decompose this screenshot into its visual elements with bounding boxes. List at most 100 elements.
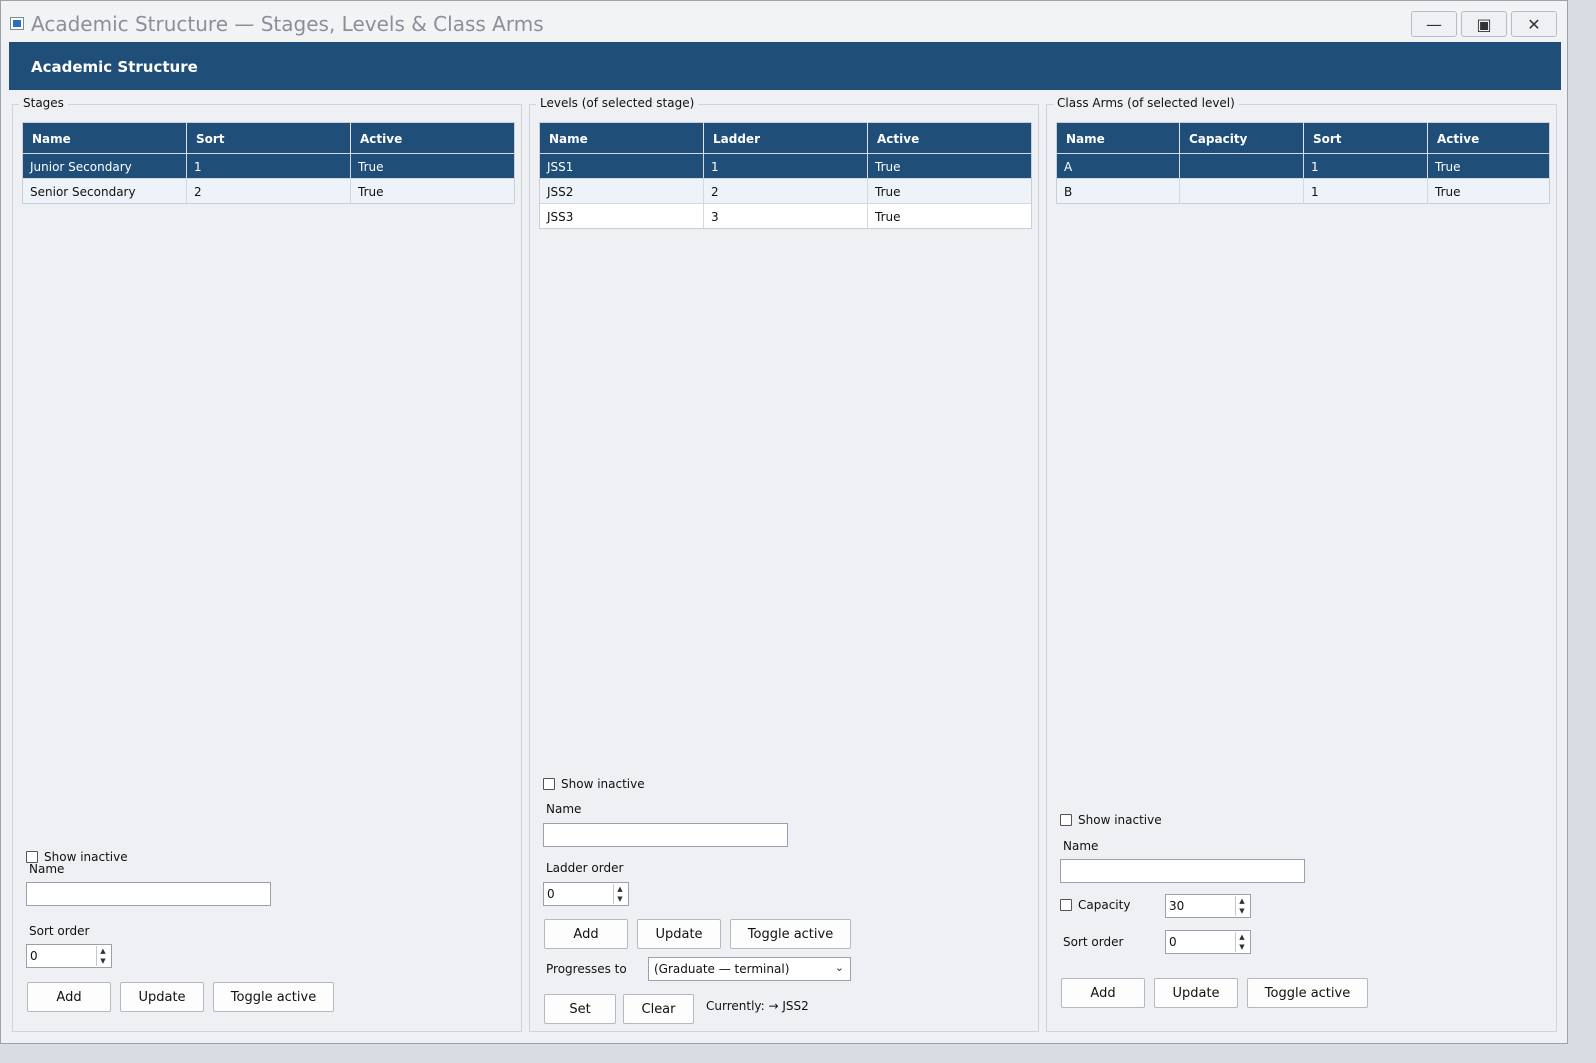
stages-name-input[interactable] (26, 882, 271, 906)
stages-grid-header: Name Sort Active (23, 123, 514, 153)
column-header[interactable]: Active (351, 123, 514, 153)
table-row[interactable]: A 1 True (1057, 153, 1549, 178)
maximize-button[interactable]: ▣ (1461, 11, 1507, 37)
arms-sort-stepper[interactable]: 0 ▲ ▼ (1165, 930, 1251, 954)
stepper-arrows-icon[interactable]: ▲ ▼ (1235, 896, 1248, 916)
table-row[interactable]: JSS1 1 True (540, 153, 1031, 178)
table-row[interactable]: JSS3 3 True (540, 203, 1031, 228)
table-cell: 1 (704, 154, 868, 178)
table-cell: 3 (704, 204, 868, 228)
progresses-to-label: Progresses to (546, 962, 627, 976)
column-header[interactable]: Ladder (704, 123, 868, 153)
stages-toggle-active-button[interactable]: Toggle active (213, 982, 334, 1012)
table-cell: True (358, 160, 384, 174)
column-header[interactable]: Name (23, 123, 187, 153)
column-header[interactable]: Capacity (1180, 123, 1304, 153)
capacity-checkbox[interactable] (1060, 899, 1072, 911)
stepper-value: 0 (1169, 935, 1177, 949)
close-button[interactable]: ✕ (1511, 11, 1557, 37)
show-inactive-label: Show inactive (561, 777, 645, 791)
stepper-value: 0 (30, 949, 38, 963)
arms-grid-header: Name Capacity Sort Active (1057, 123, 1549, 153)
chevron-down-icon: ⌄ (834, 961, 844, 974)
table-cell: Junior Secondary (23, 154, 187, 178)
arms-name-label: Name (1063, 839, 1099, 853)
capacity-label: Capacity (1078, 898, 1131, 912)
arms-grid[interactable]: Name Capacity Sort Active A 1 True B 1 T… (1056, 122, 1550, 204)
maximize-icon: ▣ (1476, 14, 1492, 34)
table-cell: 2 (187, 179, 351, 203)
levels-name-label: Name (546, 802, 582, 816)
stepper-value: 30 (1169, 899, 1185, 913)
stages-group-title: Stages (19, 96, 68, 110)
table-cell: True (875, 185, 901, 199)
levels-group: Levels (of selected stage) Name Ladder A… (529, 96, 1039, 1032)
table-cell: JSS1 (540, 154, 704, 178)
levels-grid[interactable]: Name Ladder Active JSS1 1 True JSS2 2 Tr… (539, 122, 1032, 229)
table-cell (1180, 154, 1304, 178)
table-cell: JSS3 (540, 204, 704, 228)
levels-show-inactive[interactable]: Show inactive (543, 777, 645, 791)
column-header[interactable]: Name (1057, 123, 1180, 153)
levels-ladder-label: Ladder order (546, 861, 624, 875)
stages-name-label: Name (29, 862, 65, 876)
levels-toggle-active-button[interactable]: Toggle active (730, 919, 851, 949)
arms-capacity-toggle[interactable]: Capacity (1060, 898, 1130, 912)
select-value: (Graduate — terminal) (654, 962, 790, 976)
stages-grid[interactable]: Name Sort Active Junior Secondary 1 True… (22, 122, 515, 204)
arms-name-input[interactable] (1060, 859, 1305, 883)
arms-sort-label: Sort order (1063, 935, 1124, 949)
table-cell: True (1435, 185, 1461, 199)
window-title: Academic Structure — Stages, Levels & Cl… (31, 12, 544, 36)
stages-sort-stepper[interactable]: 0 ▲ ▼ (26, 944, 112, 968)
levels-ladder-stepper[interactable]: 0 ▲ ▼ (543, 882, 629, 906)
column-header[interactable]: Active (1428, 123, 1549, 153)
levels-grid-header: Name Ladder Active (540, 123, 1031, 153)
table-cell: 1 (1304, 179, 1428, 203)
levels-set-button[interactable]: Set (544, 994, 616, 1024)
table-cell (1180, 179, 1304, 203)
table-cell: True (875, 160, 901, 174)
stepper-arrows-icon[interactable]: ▲ ▼ (613, 884, 626, 904)
column-header[interactable]: Sort (187, 123, 351, 153)
stepper-value: 0 (547, 887, 555, 901)
close-icon: ✕ (1527, 14, 1541, 34)
table-cell: 1 (187, 154, 351, 178)
arms-capacity-stepper[interactable]: 30 ▲ ▼ (1165, 894, 1251, 918)
levels-update-button[interactable]: Update (637, 919, 721, 949)
table-row[interactable]: B 1 True (1057, 178, 1549, 203)
arms-group-title: Class Arms (of selected level) (1053, 96, 1239, 110)
stepper-arrows-icon[interactable]: ▲ ▼ (1235, 932, 1248, 952)
levels-group-title: Levels (of selected stage) (536, 96, 699, 110)
show-inactive-checkbox[interactable] (1060, 814, 1072, 826)
table-row[interactable]: JSS2 2 True (540, 178, 1031, 203)
arms-show-inactive[interactable]: Show inactive (1060, 813, 1162, 827)
stages-update-button[interactable]: Update (120, 982, 204, 1012)
table-row[interactable]: Senior Secondary 2 True (23, 178, 514, 203)
show-inactive-checkbox[interactable] (543, 778, 555, 790)
progresses-to-select[interactable]: (Graduate — terminal) ⌄ (648, 957, 851, 981)
column-header[interactable]: Sort (1304, 123, 1428, 153)
table-cell: Senior Secondary (23, 179, 187, 203)
arms-toggle-active-button[interactable]: Toggle active (1247, 978, 1368, 1008)
minimize-icon: — (1426, 14, 1442, 34)
table-cell: 2 (704, 179, 868, 203)
arms-add-button[interactable]: Add (1061, 978, 1145, 1008)
levels-name-input[interactable] (543, 823, 788, 847)
table-cell: True (358, 185, 384, 199)
table-row[interactable]: Junior Secondary 1 True (23, 153, 514, 178)
arms-group: Class Arms (of selected level) Name Capa… (1046, 96, 1557, 1032)
show-inactive-label: Show inactive (1078, 813, 1162, 827)
stepper-arrows-icon[interactable]: ▲ ▼ (96, 946, 109, 966)
title-bar[interactable]: Academic Structure — Stages, Levels & Cl… (1, 1, 1567, 41)
table-cell: True (875, 210, 901, 224)
stages-add-button[interactable]: Add (27, 982, 111, 1012)
levels-add-button[interactable]: Add (544, 919, 628, 949)
minimize-button[interactable]: — (1411, 11, 1457, 37)
column-header[interactable]: Active (868, 123, 1031, 153)
arms-update-button[interactable]: Update (1154, 978, 1238, 1008)
column-header[interactable]: Name (540, 123, 704, 153)
table-cell: True (1435, 160, 1461, 174)
levels-clear-button[interactable]: Clear (623, 994, 694, 1024)
table-cell: B (1057, 179, 1180, 203)
